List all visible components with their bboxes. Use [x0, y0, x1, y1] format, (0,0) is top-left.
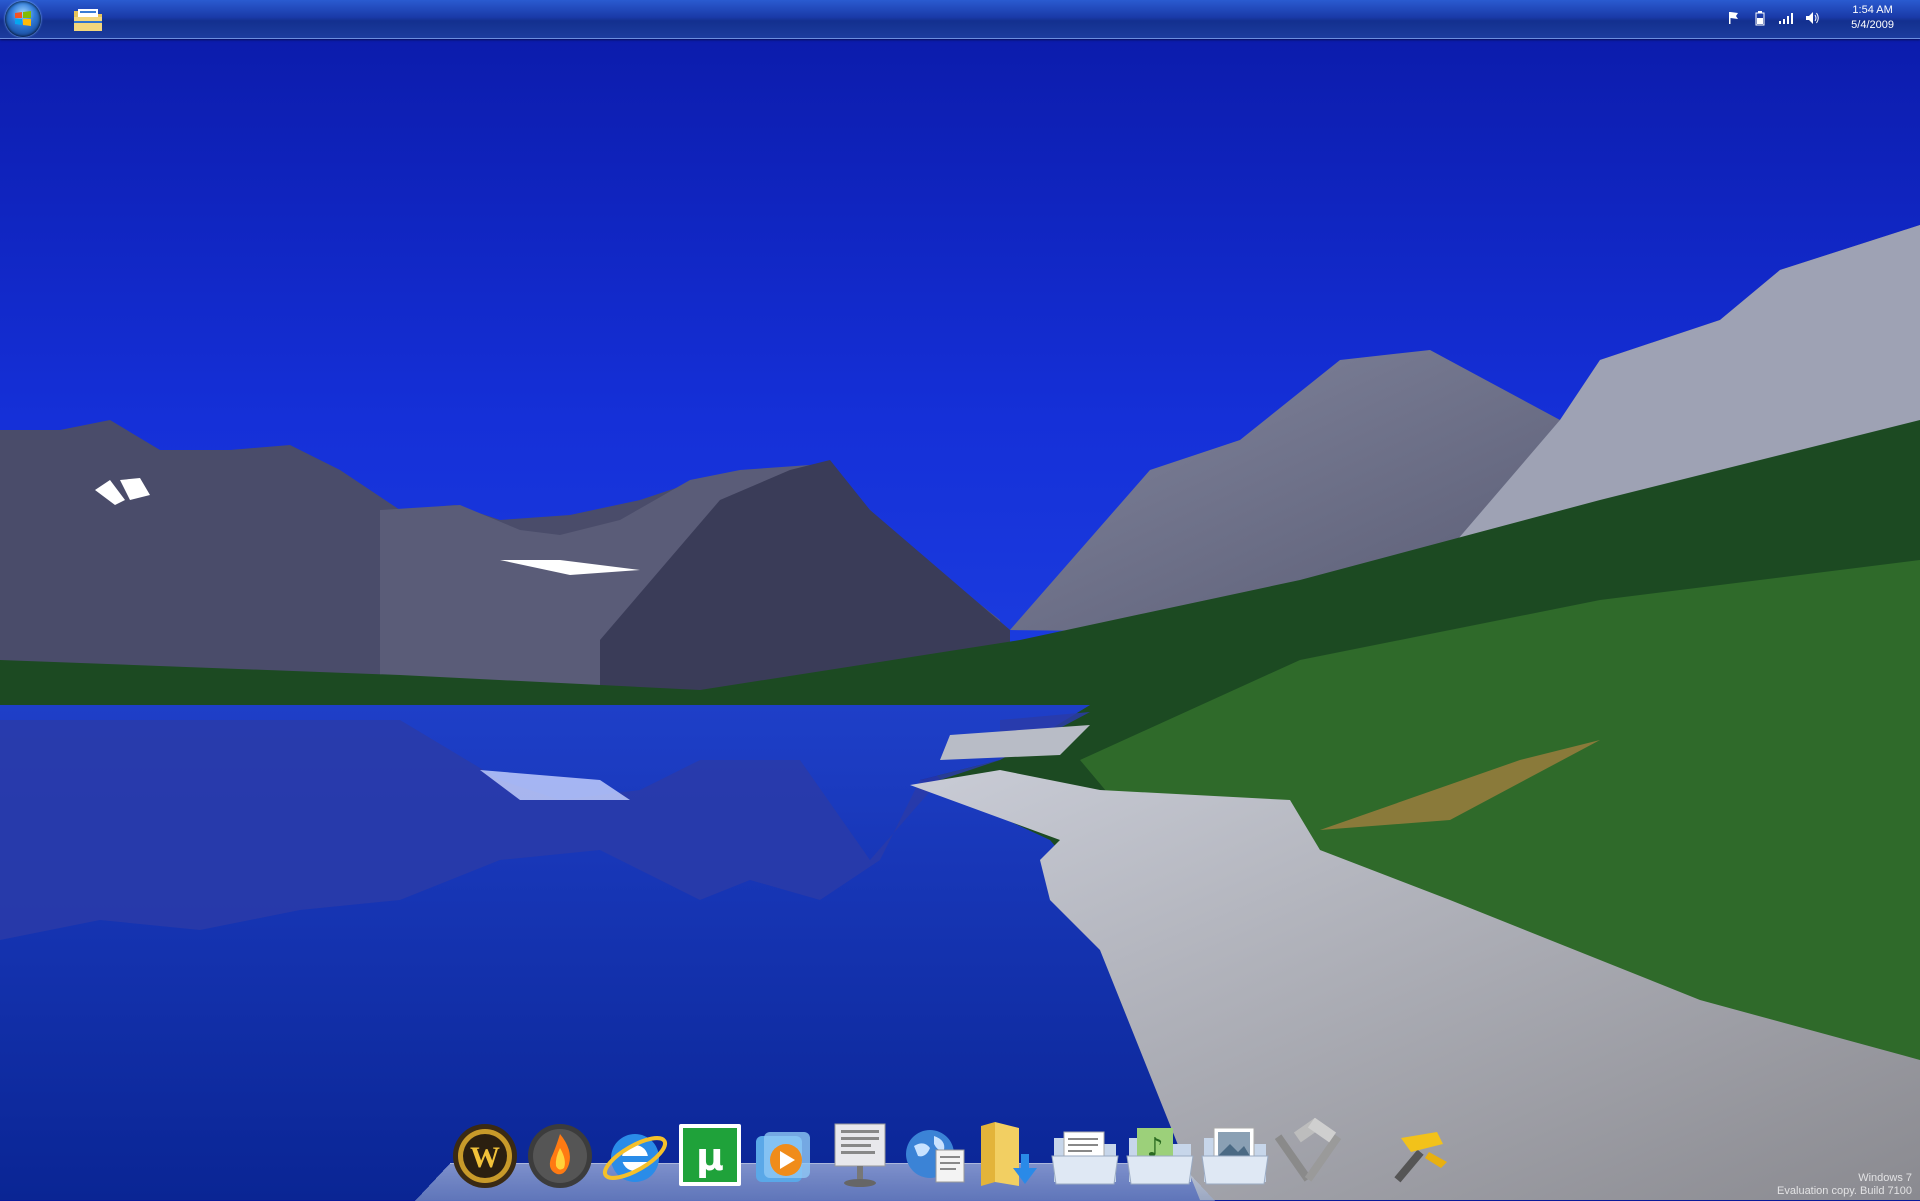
dock-item-music-folder[interactable]: ♪	[1125, 1118, 1195, 1190]
network-signal-icon[interactable]	[1778, 10, 1794, 26]
watermark-line2: Evaluation copy. Build 7100	[1777, 1185, 1912, 1197]
flame-app-icon	[528, 1124, 592, 1188]
battery-icon[interactable]	[1752, 10, 1768, 26]
system-tray	[1726, 10, 1820, 26]
documents-folder-icon	[1051, 1131, 1119, 1185]
taskbar: 1:54 AM 5/4/2009	[0, 0, 1920, 39]
folder-explorer-icon	[74, 9, 102, 31]
pictures-folder-icon	[1201, 1127, 1269, 1185]
world-of-warcraft-icon: W	[453, 1124, 517, 1188]
internet-explorer-icon	[602, 1134, 668, 1182]
dock-item-media-player[interactable]	[750, 1118, 820, 1190]
dock-item-tools[interactable]	[1274, 1117, 1345, 1190]
dock-item-document-display[interactable]	[825, 1118, 895, 1190]
dock-item-world-of-warcraft[interactable]: W	[450, 1118, 520, 1190]
dock-item-pictures-folder[interactable]	[1200, 1118, 1270, 1190]
dock-item-downloads-folder[interactable]	[975, 1118, 1045, 1190]
clock-time: 1:54 AM	[1852, 4, 1893, 16]
tools-icon	[1274, 1117, 1342, 1182]
start-button[interactable]	[5, 1, 41, 37]
desktop-wallpaper	[0, 0, 1920, 1200]
clock-date: 5/4/2009	[1851, 19, 1894, 31]
document-display-icon	[834, 1123, 886, 1187]
taskbar-explorer-button[interactable]	[72, 5, 104, 33]
svg-text:µ: µ	[696, 1135, 724, 1179]
dock-item-hammer-tool[interactable]	[1385, 1118, 1455, 1190]
hammer-tool-icon	[1394, 1132, 1447, 1183]
watermark-line1: Windows 7	[1858, 1172, 1912, 1184]
music-folder-icon: ♪	[1126, 1128, 1194, 1185]
action-center-flag-icon[interactable]	[1726, 10, 1742, 26]
dock-item-globe-document[interactable]	[900, 1118, 970, 1190]
media-player-icon	[756, 1132, 810, 1182]
dock-item-internet-explorer[interactable]	[600, 1118, 670, 1190]
globe-document-icon	[906, 1130, 965, 1183]
windows-orb-icon	[15, 11, 31, 26]
dock-item-flame-app[interactable]	[525, 1118, 595, 1190]
svg-text:W: W	[470, 1141, 500, 1174]
clock[interactable]: 1:54 AM 5/4/2009	[1851, 3, 1894, 33]
downloads-folder-icon	[981, 1122, 1037, 1186]
volume-icon[interactable]	[1804, 10, 1820, 26]
evaluation-watermark: Windows 7 Evaluation copy. Build 7100	[1777, 1172, 1912, 1198]
dock-item-utorrent[interactable]: µ	[675, 1118, 745, 1190]
utorrent-icon: µ	[679, 1124, 741, 1186]
dock-item-documents-folder[interactable]	[1050, 1118, 1120, 1190]
